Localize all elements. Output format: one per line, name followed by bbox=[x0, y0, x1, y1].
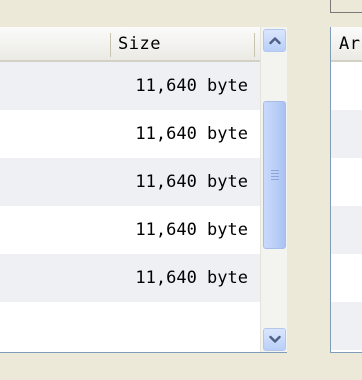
table-row[interactable] bbox=[331, 206, 362, 254]
table-row[interactable]: 11,640 byte bbox=[0, 206, 260, 254]
thumb-grip bbox=[271, 179, 279, 180]
cell-size: 11,640 byte bbox=[135, 124, 248, 144]
scroll-up-button[interactable] bbox=[263, 29, 286, 52]
table-row[interactable]: 11,640 byte bbox=[0, 110, 260, 158]
vertical-scrollbar[interactable] bbox=[260, 27, 287, 352]
cell-size: 11,640 byte bbox=[135, 172, 248, 192]
scrollbar-thumb[interactable] bbox=[263, 101, 286, 249]
column-header-attribute[interactable]: Ar bbox=[339, 34, 360, 54]
column-separator[interactable] bbox=[110, 33, 111, 57]
attribute-list: Ar bbox=[330, 27, 362, 353]
list-header: Size bbox=[0, 27, 260, 62]
chevron-up-icon bbox=[269, 37, 281, 45]
cell-size: 11,640 byte bbox=[135, 268, 248, 288]
table-row[interactable] bbox=[331, 302, 362, 350]
thumb-grip bbox=[271, 176, 279, 177]
table-row[interactable] bbox=[0, 302, 260, 350]
table-row[interactable]: 11,640 byte bbox=[0, 158, 260, 206]
file-list: Size 11,640 byte 11,640 byte 11,640 byte… bbox=[0, 27, 287, 353]
thumb-grip bbox=[271, 170, 279, 171]
window-edge-fragment bbox=[330, 0, 362, 13]
table-row[interactable]: 11,640 byte bbox=[0, 62, 260, 110]
table-row[interactable] bbox=[331, 110, 362, 158]
thumb-grip bbox=[271, 173, 279, 174]
cell-size: 11,640 byte bbox=[135, 220, 248, 240]
column-separator[interactable] bbox=[254, 33, 255, 57]
table-row[interactable]: 11,640 byte bbox=[0, 254, 260, 302]
chevron-down-icon bbox=[269, 335, 281, 343]
cell-size: 11,640 byte bbox=[135, 76, 248, 96]
scroll-down-button[interactable] bbox=[263, 328, 286, 351]
list-header: Ar bbox=[331, 27, 362, 62]
column-header-size[interactable]: Size bbox=[118, 34, 161, 54]
